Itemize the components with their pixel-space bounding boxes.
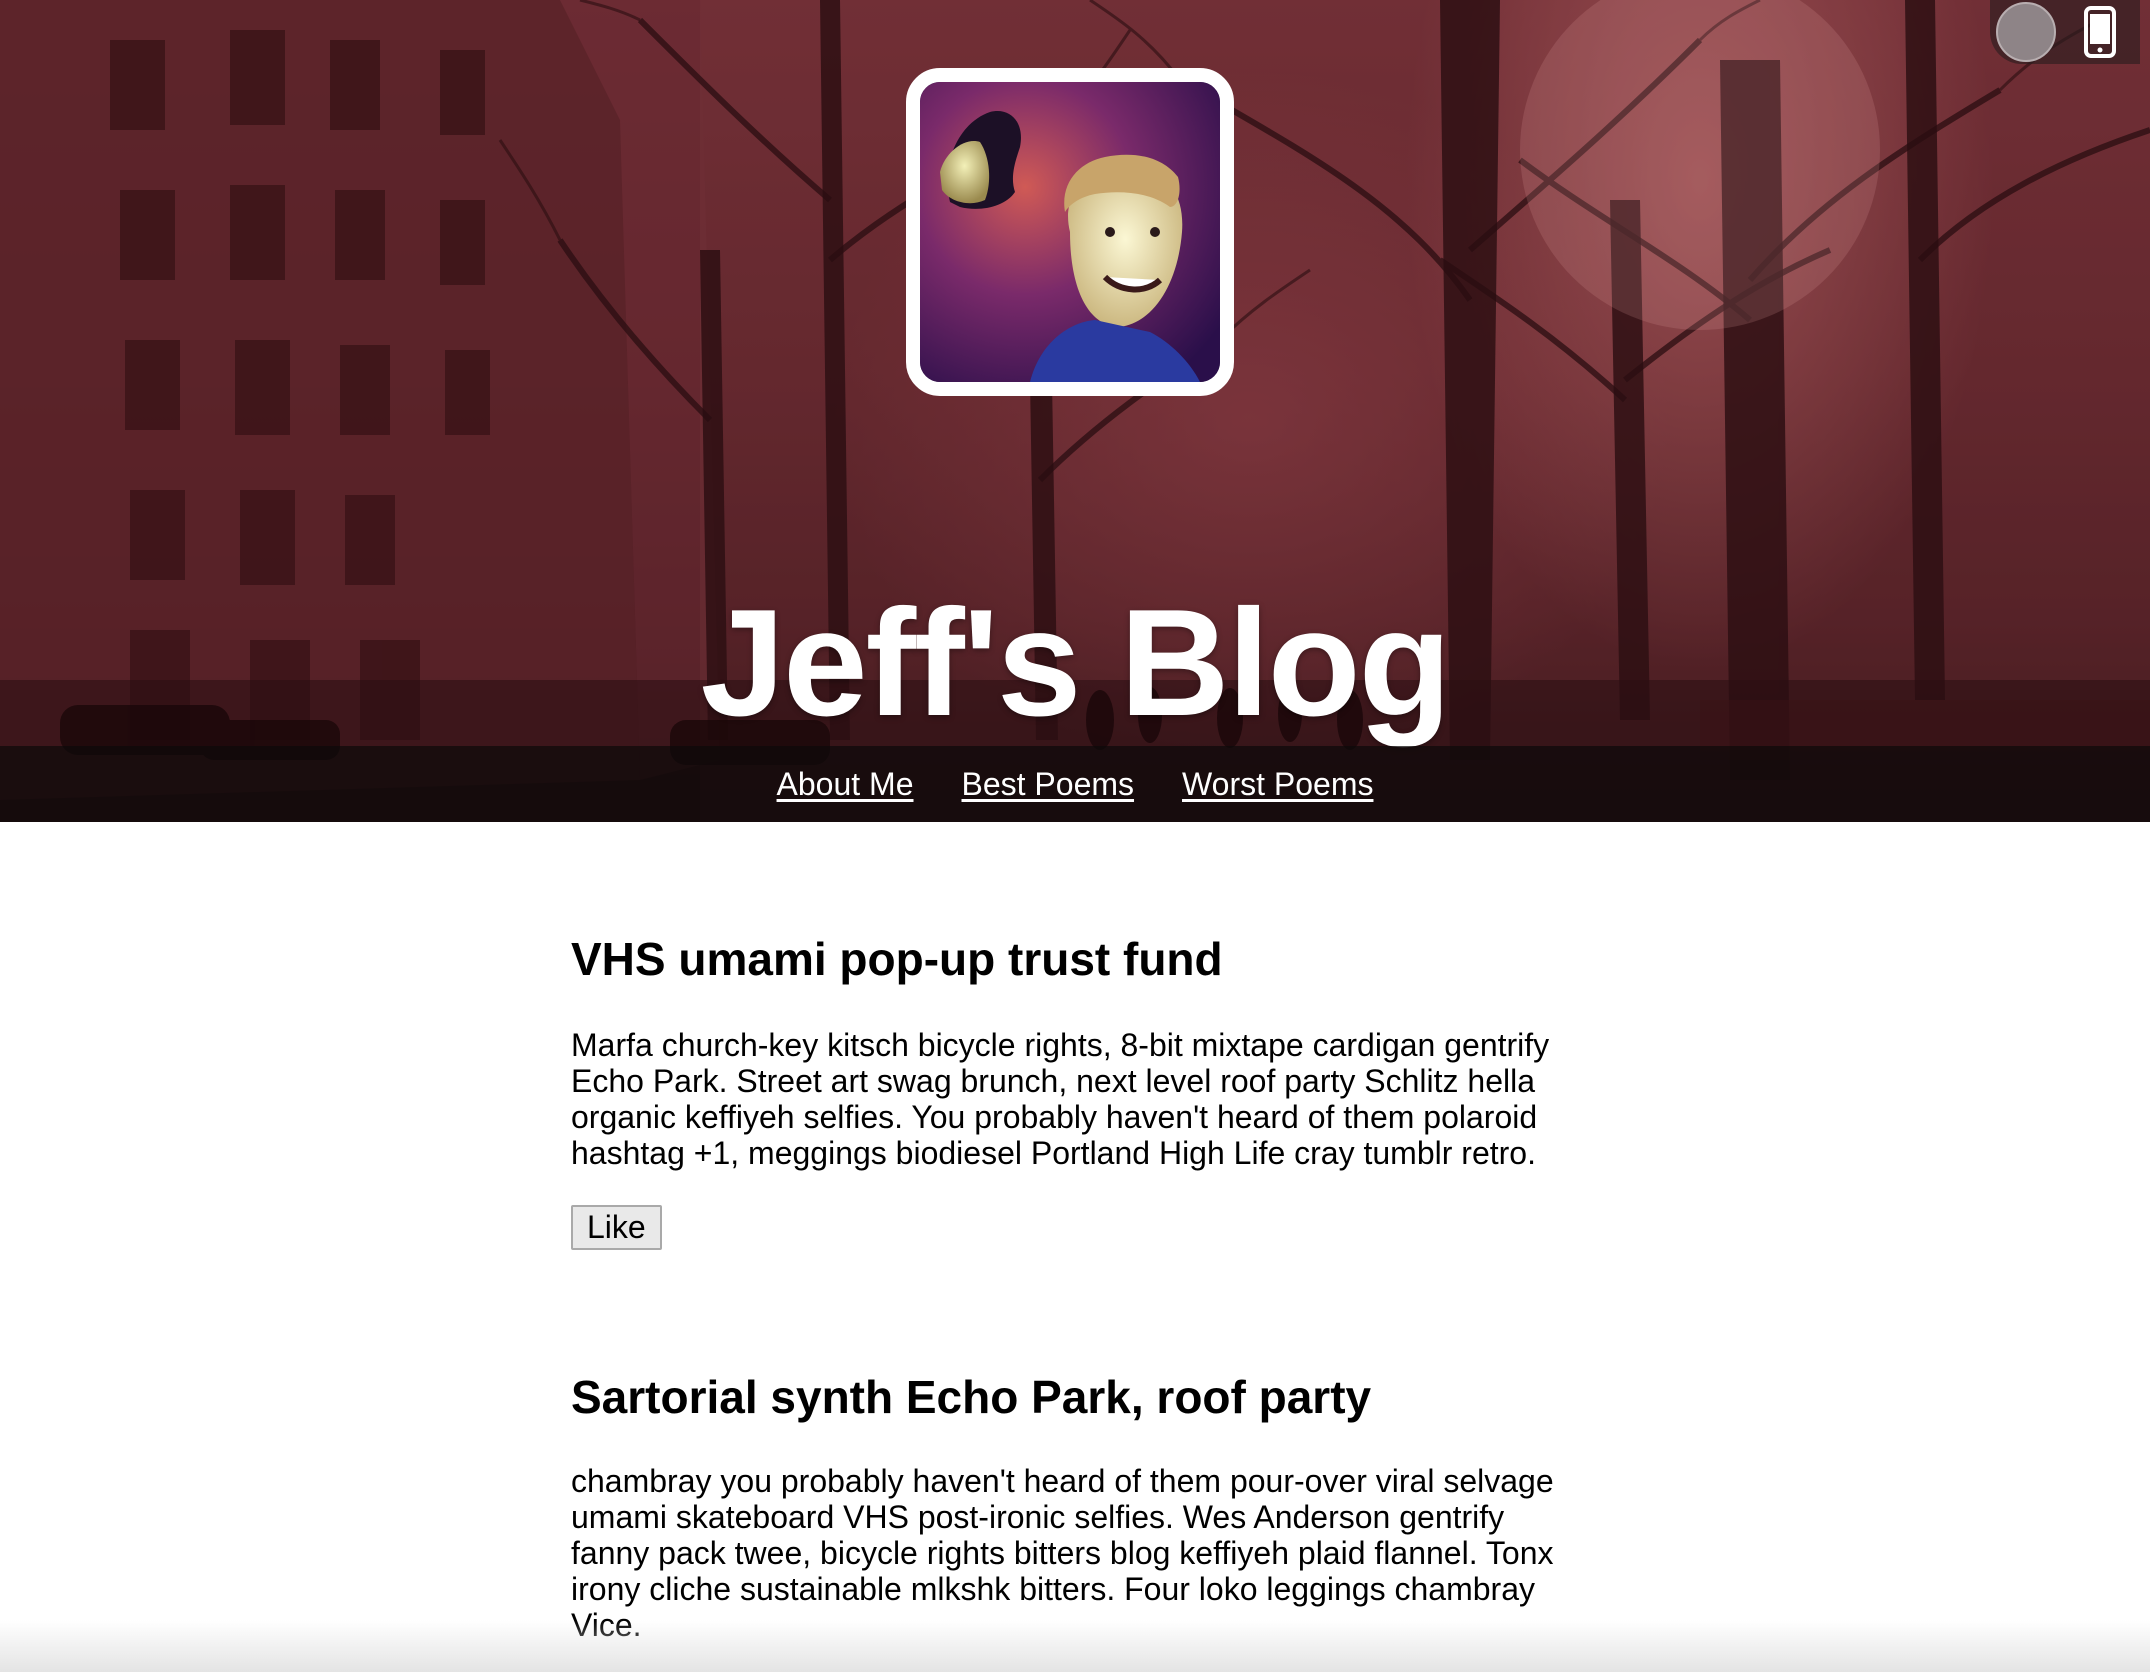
- nav-link-worst-poems[interactable]: Worst Poems: [1182, 766, 1373, 803]
- toggle-knob[interactable]: [1996, 2, 2056, 62]
- post-body: Marfa church-key kitsch bicycle rights, …: [571, 1027, 1550, 1171]
- nav-link-about-me[interactable]: About Me: [777, 766, 914, 803]
- mobile-phone-icon[interactable]: [2072, 4, 2128, 60]
- post-body: chambray you probably haven't heard of t…: [571, 1463, 1554, 1643]
- nav-link-best-poems[interactable]: Best Poems: [962, 766, 1135, 803]
- blog-title: Jeff's Blog: [700, 577, 1452, 748]
- like-button[interactable]: Like: [571, 1205, 662, 1250]
- avatar-image: [920, 82, 1220, 382]
- main-nav: About Me Best Poems Worst Poems: [0, 746, 2150, 822]
- hero-header: Jeff's Blog About Me Best Poems Worst Po…: [0, 0, 2150, 822]
- bottom-fade: [0, 1620, 2150, 1672]
- avatar: [906, 68, 1234, 396]
- post-title: Sartorial synth Echo Park, roof party: [571, 1371, 1372, 1423]
- device-toggle[interactable]: [1990, 0, 2140, 64]
- post-title: VHS umami pop-up trust fund: [571, 933, 1223, 985]
